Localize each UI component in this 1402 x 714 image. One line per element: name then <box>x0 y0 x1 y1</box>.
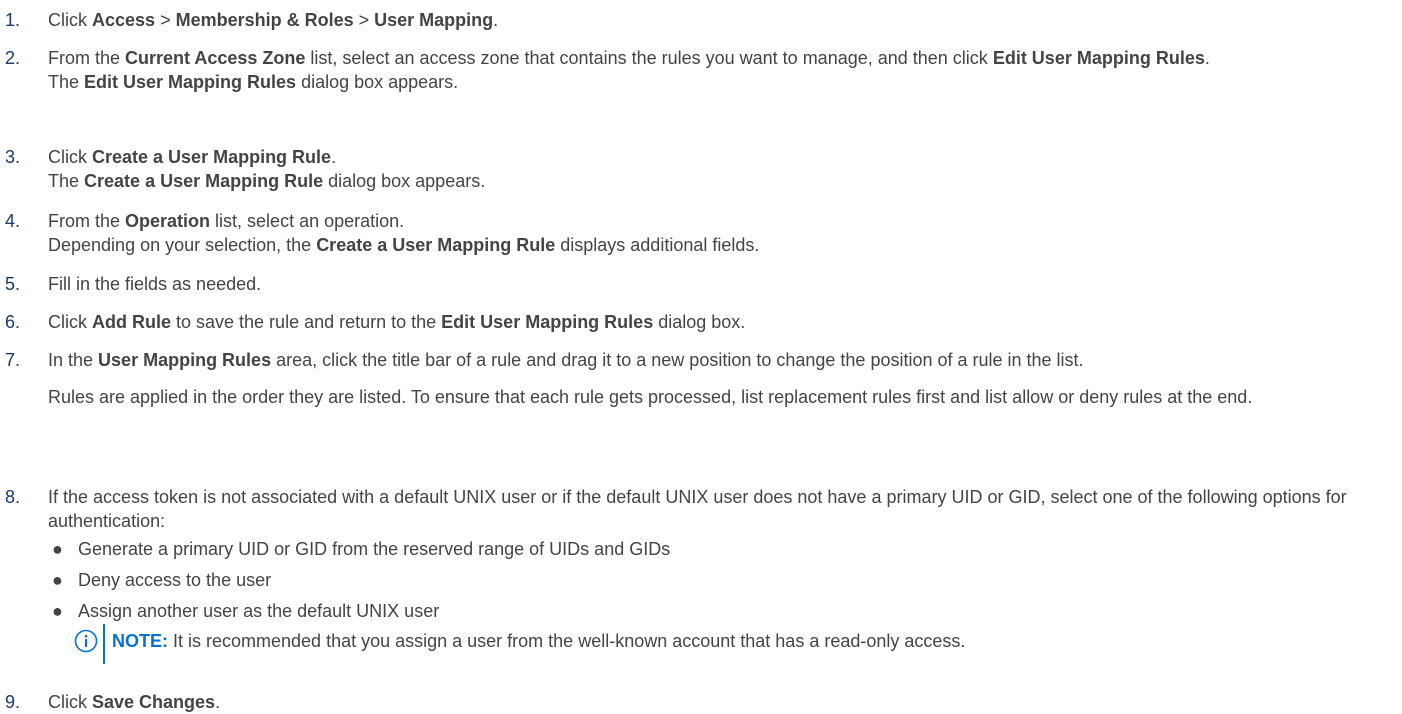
step-text: In the User Mapping Rules area, click th… <box>48 348 1393 409</box>
bullet-icon: ● <box>52 601 63 621</box>
ui-term: User Mapping Rules <box>98 350 272 370</box>
step-text: From the Current Access Zone list, selec… <box>48 46 1393 94</box>
text: The <box>48 72 85 92</box>
text: The <box>48 171 85 191</box>
text: list, select an access zone that contain… <box>305 48 993 68</box>
step-text: Click Save Changes. <box>48 690 1393 714</box>
bullet-icon: ● <box>52 570 63 590</box>
step-result: Depending on your selection, the Create … <box>48 233 1393 257</box>
ui-term: Edit User Mapping Rules <box>84 72 297 92</box>
ui-term: Create a User Mapping Rule <box>92 147 332 167</box>
text: Click <box>48 692 92 712</box>
ui-term: Add Rule <box>92 312 171 332</box>
step-result: The Create a User Mapping Rule dialog bo… <box>48 169 1393 193</box>
ui-term: Edit User Mapping Rules <box>992 48 1205 68</box>
text: to save the rule and return to the <box>171 312 442 332</box>
ui-term: Save Changes <box>92 692 216 712</box>
text: > <box>155 10 176 30</box>
step-text: If the access token is not associated wi… <box>48 485 1393 664</box>
info-circle-icon <box>74 629 98 653</box>
step-text: Click Add Rule to save the rule and retu… <box>48 310 1393 334</box>
text: From the <box>48 48 126 68</box>
step-number: 6. <box>5 312 21 332</box>
ui-term: Operation <box>125 211 211 231</box>
text: In the <box>48 350 99 370</box>
text: Click <box>48 147 92 167</box>
text: area, click the title bar of a rule and … <box>271 350 1084 370</box>
step-number: 7. <box>5 350 21 370</box>
text: . <box>331 147 337 167</box>
bullet-icon: ● <box>52 539 63 559</box>
text: > <box>353 10 375 30</box>
ui-term: Create a User Mapping Rule <box>84 171 324 191</box>
step-text: Click Create a User Mapping Rule. The Cr… <box>48 145 1393 193</box>
step-text: Click Access > Membership & Roles > User… <box>48 8 1393 32</box>
step-number: 8. <box>5 487 21 507</box>
step-number: 9. <box>5 692 21 712</box>
text: dialog box appears. <box>296 72 459 92</box>
list-item-text: Deny access to the user <box>78 570 272 590</box>
ui-term: Create a User Mapping Rule <box>316 235 556 255</box>
procedure-page: 1. Click Access > Membership & Roles > U… <box>0 0 1402 713</box>
list-item-text: Assign another user as the default UNIX … <box>78 601 440 621</box>
note-text: NOTE: It is recommended that you assign … <box>112 629 965 653</box>
ui-term: Current Access Zone <box>125 48 306 68</box>
text: list, select an operation. <box>210 211 405 231</box>
text: dialog box appears. <box>323 171 486 191</box>
list-item-text: Generate a primary UID or GID from the r… <box>78 539 671 559</box>
text: Fill in the fields as needed. <box>48 274 262 294</box>
note-divider <box>103 624 105 664</box>
step-text: From the Operation list, select an opera… <box>48 209 1393 257</box>
step-number: 1. <box>5 10 21 30</box>
text: dialog box. <box>653 312 746 332</box>
step-number: 3. <box>5 147 21 167</box>
step-number: 2. <box>5 48 21 68</box>
text: . <box>1204 48 1210 68</box>
text: From the <box>48 211 126 231</box>
note-label: NOTE: <box>112 631 168 651</box>
step-number: 4. <box>5 211 21 231</box>
step-paragraph: Rules are applied in the order they are … <box>48 387 1253 407</box>
text: If the access token is not associated wi… <box>48 487 1347 531</box>
text: It is recommended that you assign a user… <box>168 631 966 651</box>
ui-term: Membership & Roles <box>175 10 354 30</box>
ui-term: Access <box>92 10 156 30</box>
text: Depending on your selection, the <box>48 235 317 255</box>
text: Click <box>48 10 92 30</box>
ui-term: Edit User Mapping Rules <box>441 312 654 332</box>
text: . <box>215 692 221 712</box>
step-number: 5. <box>5 274 21 294</box>
ui-term: User Mapping <box>374 10 494 30</box>
step-text: Fill in the fields as needed. <box>48 272 1393 296</box>
text: displays additional fields. <box>555 235 760 255</box>
step-result: The Edit User Mapping Rules dialog box a… <box>48 70 1393 94</box>
text: Click <box>48 312 92 332</box>
text: . <box>493 10 499 30</box>
